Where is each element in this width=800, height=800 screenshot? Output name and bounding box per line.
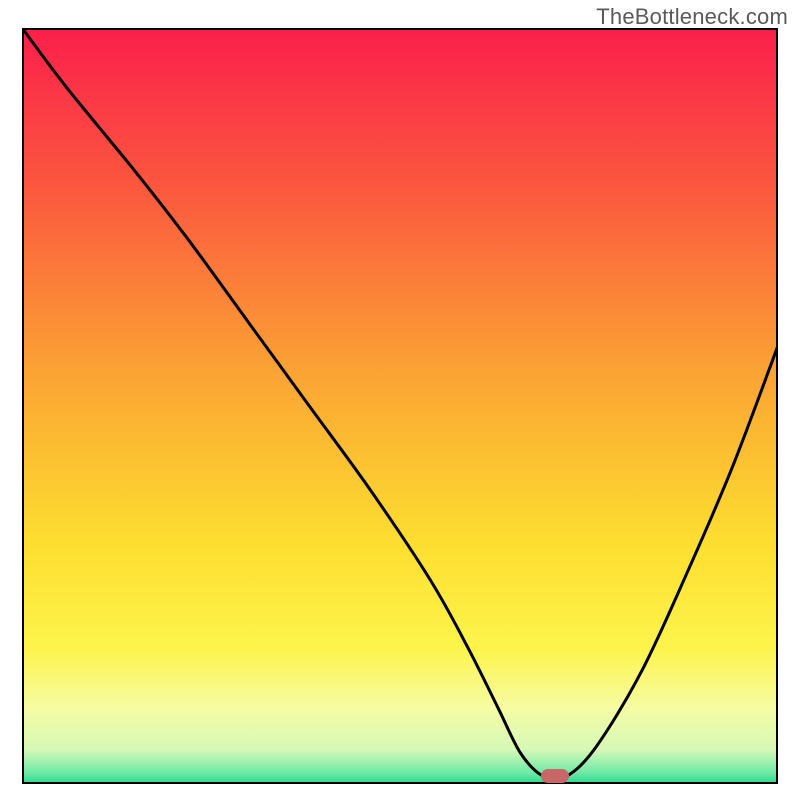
bottleneck-chart — [22, 28, 778, 784]
optimal-marker — [541, 769, 569, 783]
chart-canvas — [22, 28, 778, 784]
gradient-background — [22, 28, 778, 784]
watermark-text: TheBottleneck.com — [596, 4, 788, 30]
